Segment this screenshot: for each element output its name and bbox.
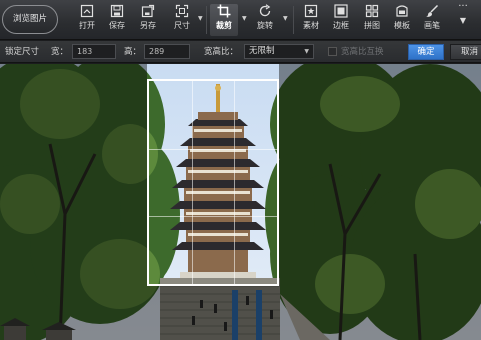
image-canvas[interactable]	[0, 64, 481, 340]
swap-ratio-checkbox[interactable]	[328, 47, 337, 56]
brush-button[interactable]: 画笔	[421, 4, 443, 36]
crop-grid-line	[234, 81, 236, 284]
open-icon	[80, 4, 94, 18]
rotate-button[interactable]: 旋转	[254, 4, 276, 36]
aspect-ratio-label: 宽高比：	[204, 47, 239, 57]
crop-shade-bottom	[147, 286, 279, 340]
open-label: 打开	[79, 21, 95, 30]
template-button[interactable]: 模板	[391, 4, 413, 36]
confirm-button[interactable]: 确定	[408, 44, 444, 60]
height-label: 高：	[124, 47, 142, 57]
crop-shade-left	[0, 64, 147, 340]
collage-label: 拼图	[364, 21, 380, 30]
toolbar-divider	[293, 6, 294, 34]
resize-dropdown-caret[interactable]: ▼	[198, 15, 203, 22]
crop-grid-line	[149, 216, 277, 218]
save-button[interactable]: 保存	[106, 4, 128, 36]
aspect-ratio-select[interactable]: 无限制 ▼	[244, 44, 314, 59]
frame-label: 边框	[333, 21, 349, 30]
stickers-icon	[304, 4, 318, 18]
more-dropdown-caret: ▼	[459, 16, 467, 25]
main-toolbar: 浏览图片 打开 保存 另存 尺寸 ▼ 裁剪 ▼ 旋转 ▼ 素材 边框 拼图 模板…	[0, 0, 481, 40]
cancel-button[interactable]: 取消	[450, 44, 481, 60]
stickers-button[interactable]: 素材	[300, 4, 322, 36]
template-label: 模板	[394, 21, 410, 30]
height-input[interactable]: 289	[144, 44, 190, 59]
swap-ratio-label: 宽高比互换	[341, 47, 384, 57]
crop-grid-line	[149, 148, 277, 150]
open-button[interactable]: 打开	[76, 4, 98, 36]
toolbar-divider	[206, 6, 207, 34]
crop-options-bar: 锁定尺寸 宽： 183 高： 289 宽高比： 无限制 ▼ 宽高比互换 确定 取…	[0, 41, 481, 63]
lock-size-label[interactable]: 锁定尺寸	[5, 47, 39, 57]
collage-button[interactable]: 拼图	[361, 4, 383, 36]
save-as-label: 另存	[140, 21, 156, 30]
aspect-ratio-value: 无限制	[249, 46, 275, 56]
more-icon: ···	[458, 1, 468, 12]
resize-icon	[175, 4, 189, 18]
save-icon	[110, 4, 124, 18]
save-as-icon	[141, 4, 155, 18]
resize-label: 尺寸	[174, 21, 190, 30]
resize-button[interactable]: 尺寸	[171, 4, 193, 36]
browse-images-button[interactable]: 浏览图片	[2, 5, 58, 34]
crop-dropdown-caret[interactable]: ▼	[242, 15, 247, 22]
crop-grid-line	[191, 81, 193, 284]
frame-icon	[334, 4, 348, 18]
crop-button[interactable]: 裁剪	[210, 4, 238, 36]
frame-button[interactable]: 边框	[330, 4, 352, 36]
crop-icon	[217, 4, 231, 18]
save-as-button[interactable]: 另存	[137, 4, 159, 36]
more-button[interactable]: ··· ▼	[452, 1, 474, 36]
rotate-icon	[258, 4, 272, 18]
chevron-down-icon: ▼	[304, 48, 309, 55]
crop-selection-box[interactable]	[147, 79, 279, 286]
save-label: 保存	[109, 21, 125, 30]
stickers-label: 素材	[303, 21, 319, 30]
width-label: 宽：	[51, 47, 69, 57]
brush-icon	[425, 4, 439, 18]
rotate-label: 旋转	[257, 21, 273, 30]
template-icon	[395, 4, 409, 18]
width-input[interactable]: 183	[72, 44, 116, 59]
collage-icon	[365, 4, 379, 18]
rotate-dropdown-caret[interactable]: ▼	[283, 15, 288, 22]
brush-label: 画笔	[424, 21, 440, 30]
crop-shade-right	[279, 64, 481, 340]
crop-label: 裁剪	[216, 21, 232, 30]
